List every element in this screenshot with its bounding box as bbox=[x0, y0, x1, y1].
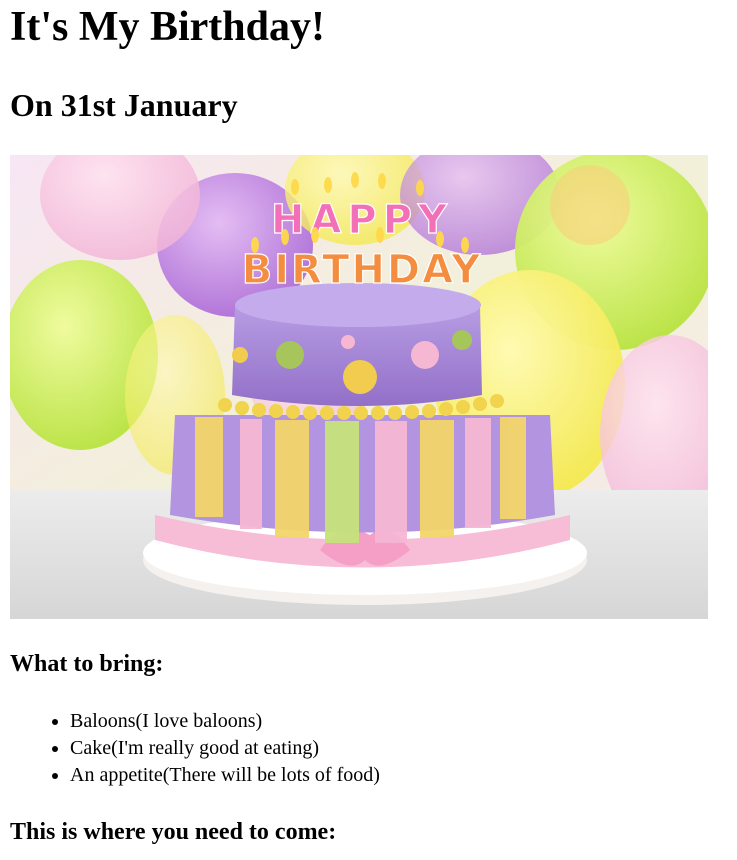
birthday-cake-illustration: HAPPY BIRTHDAY bbox=[10, 155, 708, 619]
candle-letters-birthday: BIRTHDAY bbox=[242, 247, 482, 293]
list-item: Cake(I'm really good at eating) bbox=[70, 735, 380, 762]
list-item: An appetite(There will be lots of food) bbox=[70, 762, 380, 789]
what-to-bring-heading: What to bring: bbox=[10, 651, 164, 677]
bring-list: Baloons(I love baloons) Cake(I'm really … bbox=[30, 708, 380, 789]
candle-letters-happy: HAPPY bbox=[271, 197, 453, 243]
birthday-cake-image: HAPPY BIRTHDAY bbox=[10, 155, 708, 619]
page-title: It's My Birthday! bbox=[10, 4, 325, 50]
list-item: Baloons(I love baloons) bbox=[70, 708, 380, 735]
location-heading: This is where you need to come: bbox=[10, 819, 337, 845]
page: It's My Birthday! On 31st January HAPPY … bbox=[0, 0, 737, 860]
page-subtitle: On 31st January bbox=[10, 87, 238, 123]
